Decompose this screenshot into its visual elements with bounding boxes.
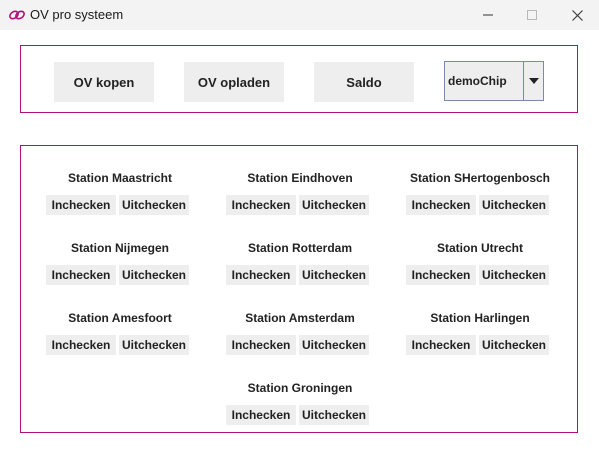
checkout-button[interactable]: Uitchecken	[299, 265, 369, 285]
checkin-button[interactable]: Inchecken	[406, 195, 476, 215]
checkout-button[interactable]: Uitchecken	[299, 335, 369, 355]
checkout-button[interactable]: Uitchecken	[299, 195, 369, 215]
station-name: Station Harlingen	[430, 311, 530, 325]
card-select[interactable]: demoChip	[444, 61, 544, 101]
maximize-icon	[527, 10, 537, 20]
checkin-button[interactable]: Inchecken	[226, 265, 296, 285]
checkin-button[interactable]: Inchecken	[406, 265, 476, 285]
checkout-button[interactable]: Uitchecken	[119, 195, 189, 215]
close-icon	[571, 9, 583, 21]
station-name: Station Amesfoort	[68, 311, 172, 325]
station-name: Station Eindhoven	[247, 171, 353, 185]
card-select-arrow[interactable]	[524, 62, 543, 100]
station-name: Station Groningen	[247, 381, 353, 395]
checkin-button[interactable]: Inchecken	[46, 265, 116, 285]
checkout-button[interactable]: Uitchecken	[119, 335, 189, 355]
action-panel: OV kopen OV opladen Saldo demoChip	[20, 45, 578, 113]
close-button[interactable]	[554, 0, 599, 30]
link-chain-icon	[9, 10, 25, 20]
station-name: Station SHertogenbosch	[409, 171, 550, 185]
station-name: Station Utrecht	[436, 241, 523, 255]
checkout-button[interactable]: Uitchecken	[479, 195, 549, 215]
station-name: Station Maastricht	[67, 171, 172, 185]
checkin-button[interactable]: Inchecken	[226, 195, 296, 215]
checkout-button[interactable]: Uitchecken	[299, 405, 369, 425]
checkin-button[interactable]: Inchecken	[46, 195, 116, 215]
checkin-button[interactable]: Inchecken	[46, 335, 116, 355]
station-name: Station Nijmegen	[70, 241, 169, 255]
ov-opladen-button[interactable]: OV opladen	[184, 62, 284, 102]
card-select-value: demoChip	[445, 62, 524, 100]
station-name: Station Amsterdam	[245, 311, 355, 325]
title-bar: OV pro systeem	[0, 0, 599, 30]
window-title: OV pro systeem	[30, 7, 124, 22]
station-name: Station Rotterdam	[247, 241, 352, 255]
chevron-down-icon	[528, 78, 539, 84]
checkout-button[interactable]: Uitchecken	[479, 265, 549, 285]
station-panel: Station Maastricht Inchecken Uitchecken …	[20, 145, 578, 433]
minimize-button[interactable]	[465, 0, 511, 30]
checkin-button[interactable]: Inchecken	[406, 335, 476, 355]
checkout-button[interactable]: Uitchecken	[479, 335, 549, 355]
checkin-button[interactable]: Inchecken	[226, 335, 296, 355]
minimize-icon	[483, 14, 493, 16]
checkin-button[interactable]: Inchecken	[226, 405, 296, 425]
ov-kopen-button[interactable]: OV kopen	[54, 62, 154, 102]
saldo-button[interactable]: Saldo	[314, 62, 414, 102]
checkout-button[interactable]: Uitchecken	[119, 265, 189, 285]
maximize-button[interactable]	[509, 0, 555, 30]
